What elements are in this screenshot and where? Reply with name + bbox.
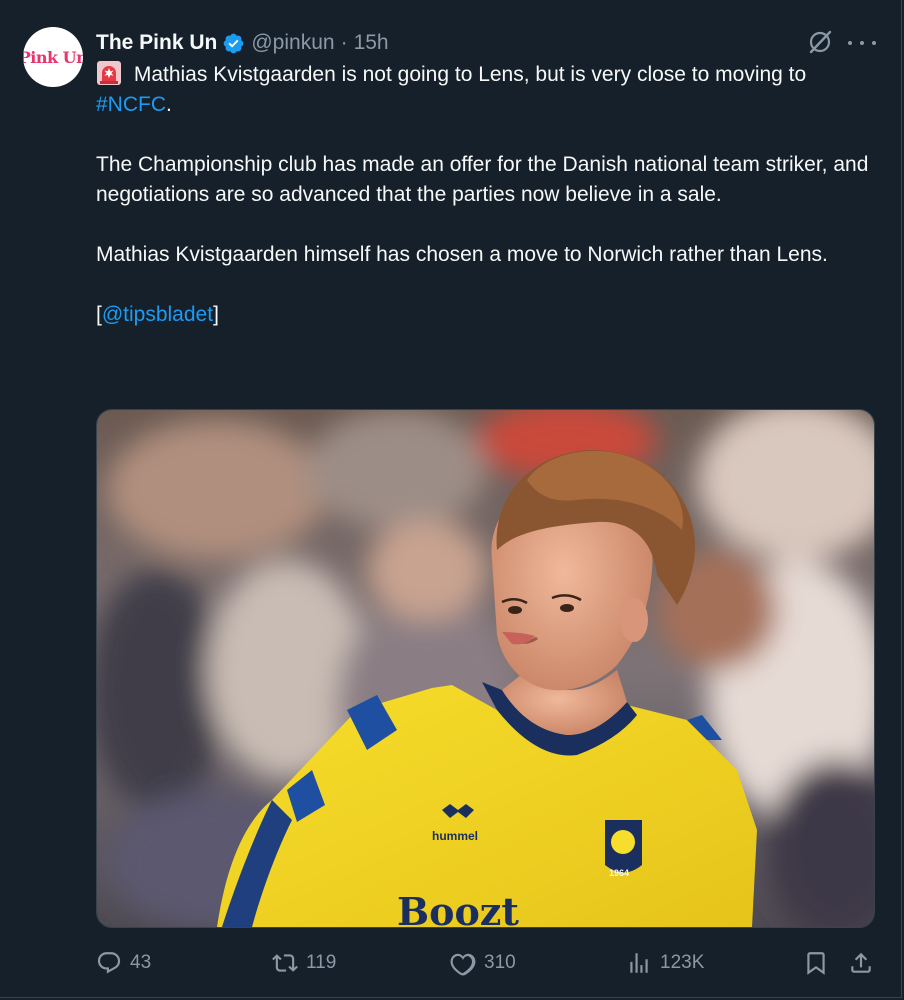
tweet-source: [@tipsbladet] <box>96 300 886 330</box>
hashtag-link[interactable]: #NCFC <box>96 93 166 116</box>
analytics-icon <box>630 953 648 973</box>
tweet-paragraph-3: Mathias Kvistgaarden himself has chosen … <box>96 243 828 266</box>
retweet-icon <box>272 954 298 972</box>
reply-icon <box>97 952 121 974</box>
bookmark-icon <box>807 952 825 975</box>
grok-icon[interactable] <box>806 28 834 56</box>
shirt-brand-text: hummel <box>432 829 478 843</box>
handle[interactable]: @pinkun <box>251 31 334 55</box>
like-button[interactable]: 310 <box>450 945 516 981</box>
tweet-header: The Pink Un @pinkun · 15h <box>96 29 389 57</box>
avatar-logo-text: Pink Un <box>23 47 83 67</box>
reply-button[interactable]: 43 <box>96 945 151 981</box>
crest-year: 1964 <box>609 868 629 878</box>
views-button[interactable]: 123K <box>626 945 704 981</box>
separator-dot: · <box>340 31 348 54</box>
action-bar: 43 119 310 123K <box>96 945 880 981</box>
bookmark-button[interactable] <box>803 945 829 981</box>
tweet-line-1-end: . <box>166 93 172 116</box>
reply-count: 43 <box>130 952 152 973</box>
share-icon <box>851 952 871 973</box>
tweet-paragraph-2: The Championship club has made an offer … <box>96 153 869 206</box>
retweet-count: 119 <box>306 952 337 973</box>
photo-footballer: hummel 1964 Boozt <box>97 410 874 927</box>
timestamp[interactable]: 15h <box>354 31 389 55</box>
tweet-text: Mathias Kvistgaarden is not going to Len… <box>96 60 886 330</box>
display-name[interactable]: The Pink Un <box>96 31 217 55</box>
avatar[interactable]: Pink Un <box>23 27 83 87</box>
more-options-icon[interactable] <box>848 31 876 55</box>
shirt-sponsor-text: Boozt <box>397 889 519 927</box>
views-count: 123K <box>660 952 705 973</box>
heart-icon <box>450 953 476 976</box>
tweet-line-1: Mathias Kvistgaarden is not going to Len… <box>96 60 886 120</box>
tweet-card[interactable]: Pink Un The Pink Un @pinkun · 15h Mathia… <box>0 0 902 998</box>
source-mention-link[interactable]: @tipsbladet <box>102 303 213 326</box>
tweet-line-1-text: Mathias Kvistgaarden is not going to Len… <box>128 63 807 86</box>
source-bracket-close: ] <box>213 303 219 326</box>
rotating-light-icon <box>97 61 121 85</box>
verified-badge-icon <box>224 33 244 53</box>
retweet-button[interactable]: 119 <box>272 945 336 981</box>
tweet-photo[interactable]: hummel 1964 Boozt <box>96 409 875 928</box>
share-button[interactable] <box>848 945 874 981</box>
like-count: 310 <box>484 952 516 973</box>
